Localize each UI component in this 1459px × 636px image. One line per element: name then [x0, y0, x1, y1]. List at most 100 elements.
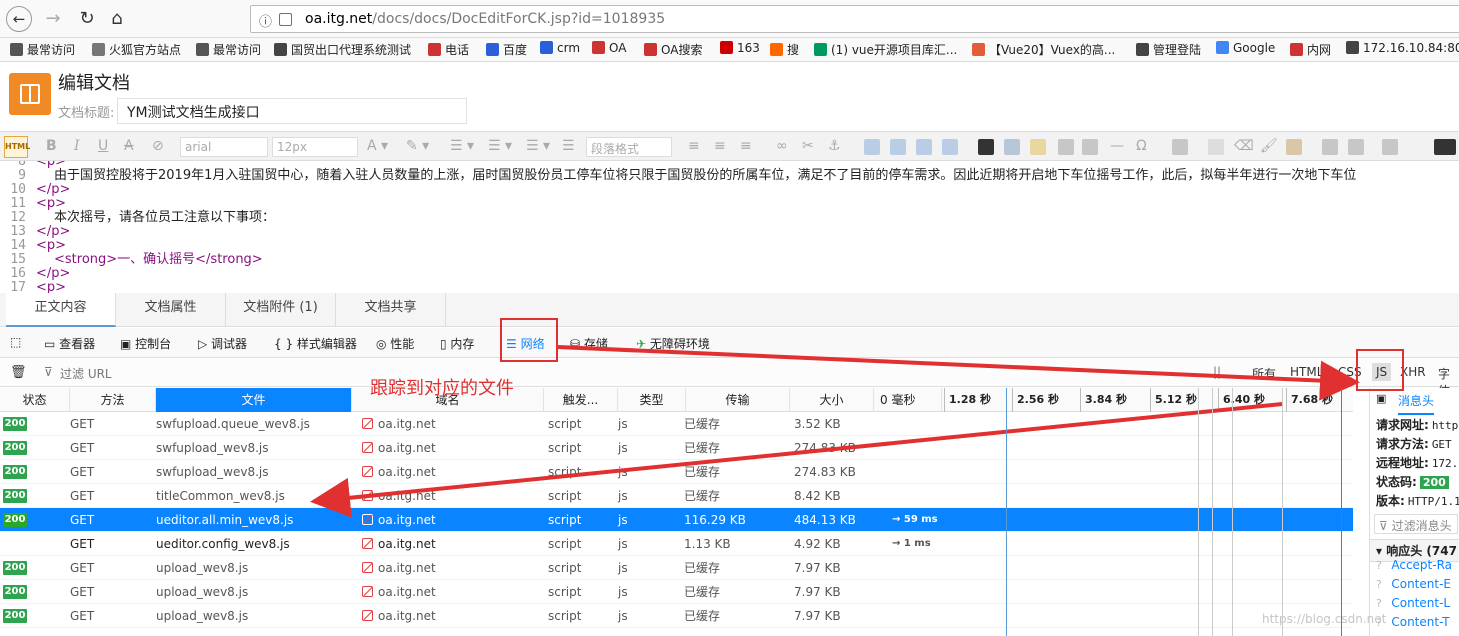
filter-url-input[interactable]: 过滤 URL — [60, 365, 112, 382]
doc-tab[interactable]: 文档共享 — [336, 293, 446, 327]
font-color-icon[interactable]: A ▾ — [367, 138, 388, 154]
doc-tab[interactable]: 正文内容 — [6, 293, 116, 327]
line-height-icon[interactable]: ☰ ▾ — [526, 138, 550, 154]
font-size-select[interactable]: 12px — [272, 137, 358, 157]
back-icon[interactable]: ← — [6, 6, 32, 32]
pick-element-icon[interactable]: ⬚ — [10, 335, 21, 349]
devtools-tab[interactable]: ▷ 调试器 — [198, 335, 247, 352]
side-filter-input[interactable]: ⊽ 过滤消息头 — [1374, 514, 1458, 534]
html-source-icon[interactable]: HTML — [4, 136, 30, 158]
bookmark-item[interactable]: 172.16.10.84:808 — [1346, 41, 1459, 55]
bookmark-item[interactable]: 国贸出口代理系统测试 — [274, 41, 411, 58]
devtools-tab[interactable]: ▭ 查看器 — [44, 335, 95, 352]
unordered-list-icon[interactable]: ☰ ▾ — [488, 138, 512, 154]
filter-type-所有[interactable]: 所有 — [1252, 365, 1276, 382]
anchor-icon[interactable]: ⚓ — [828, 138, 841, 154]
column-header[interactable]: 类型 — [618, 388, 686, 412]
image-left-icon[interactable] — [864, 139, 880, 155]
column-header[interactable]: 方法 — [70, 388, 156, 412]
bold-icon[interactable]: B — [46, 138, 57, 154]
bookmark-item[interactable]: 【Vue20】Vuex的高... — [972, 41, 1115, 58]
highlight-icon[interactable]: ✎ ▾ — [406, 138, 429, 154]
strikethrough-icon[interactable]: A — [124, 138, 134, 154]
insert-image-icon[interactable] — [978, 139, 994, 155]
eraser-icon[interactable]: ⌫ — [1234, 138, 1254, 154]
panel-toggle-icon[interactable]: ▣ — [1376, 392, 1386, 405]
align-right-icon[interactable]: ≡ — [740, 138, 752, 154]
map-icon[interactable] — [1058, 139, 1074, 155]
bookmark-item[interactable]: 百度 — [486, 41, 527, 58]
format-brush-icon[interactable]: 🖌 — [1260, 138, 1278, 154]
attachment-icon[interactable] — [1030, 139, 1046, 155]
table-row[interactable]: 200 GET upload_wev8.js oa.itg.net script js 已缓… — [0, 604, 1353, 628]
bookmark-item[interactable]: crm — [540, 41, 580, 55]
table-row[interactable]: 200 GET ueditor.all.min_wev8.js oa.itg.net s… — [0, 508, 1353, 532]
bookmark-item[interactable]: 管理登陆 — [1136, 41, 1201, 58]
forward-icon[interactable]: → — [40, 6, 66, 32]
table-row[interactable]: 200 GET titleCommon_wev8.js oa.itg.net scrip… — [0, 484, 1353, 508]
bookmark-item[interactable]: 最常访问 — [10, 41, 75, 58]
trash-icon[interactable]: 🗑 — [10, 365, 27, 380]
image-right-icon[interactable] — [916, 139, 932, 155]
indent-icon[interactable]: ☰ — [562, 138, 575, 154]
table-row[interactable]: 200 GET upload_wev8.js oa.itg.net script js 已缓… — [0, 580, 1353, 604]
special-char-icon[interactable]: Ω — [1136, 138, 1147, 154]
link-icon[interactable]: ∞ — [776, 138, 788, 154]
devtools-tab[interactable]: ◎ 性能 — [376, 335, 414, 352]
home-icon[interactable]: ⌂ — [104, 6, 130, 32]
response-header-item[interactable]: ? Content-E — [1376, 577, 1451, 591]
info-icon[interactable]: ⓘ — [259, 11, 272, 30]
column-header[interactable]: 大小 — [790, 388, 874, 412]
insert-frame-icon[interactable] — [1082, 139, 1098, 155]
paragraph-format-select[interactable]: 段落格式 — [586, 137, 672, 157]
underline-icon[interactable]: U — [98, 138, 108, 154]
devtools-tab[interactable]: { } 样式编辑器 — [274, 335, 357, 352]
bookmark-item[interactable]: 163 — [720, 41, 760, 55]
insert-table-icon[interactable] — [1172, 139, 1188, 155]
devtools-tab[interactable]: ▣ 控制台 — [120, 335, 171, 352]
doc-title-input[interactable]: YM测试文档生成接口 — [117, 98, 467, 124]
search-replace-icon[interactable] — [1382, 139, 1398, 155]
bookmark-item[interactable]: 最常访问 — [196, 41, 261, 58]
pause-icon[interactable]: || — [1213, 365, 1221, 379]
align-left-icon[interactable]: ≡ — [688, 138, 700, 154]
column-header[interactable]: 文件 — [156, 388, 352, 412]
font-family-select[interactable]: arial — [180, 137, 268, 157]
bookmark-item[interactable]: Google — [1216, 41, 1275, 55]
clear-format-icon[interactable]: ⊘ — [152, 138, 164, 154]
ordered-list-icon[interactable]: ☰ ▾ — [450, 138, 474, 154]
bookmark-item[interactable]: 电话 — [428, 41, 469, 58]
unlink-icon[interactable]: ✂ — [802, 138, 814, 154]
print-icon[interactable] — [1322, 139, 1338, 155]
response-header-item[interactable]: ? Accept-Ra — [1376, 558, 1452, 572]
doc-tab[interactable]: 文档属性 — [116, 293, 226, 327]
column-header[interactable]: 传输 — [686, 388, 790, 412]
devtools-tab[interactable]: ✈ 无障碍环境 — [636, 335, 710, 352]
bookmark-item[interactable]: OA搜索 — [644, 41, 702, 58]
response-header-item[interactable]: ? Content-T — [1376, 615, 1450, 629]
fullscreen-icon[interactable] — [1434, 139, 1456, 155]
column-header[interactable]: 0 毫秒 — [874, 388, 942, 412]
table-row[interactable]: GET ueditor.config_wev8.js oa.itg.net scrip… — [0, 532, 1353, 556]
table-row[interactable]: 200 GET upload_wev8.js oa.itg.net script js 已缓… — [0, 556, 1353, 580]
column-header[interactable]: 触发... — [544, 388, 618, 412]
response-header-item[interactable]: ? Content-L — [1376, 596, 1450, 610]
bookmark-item[interactable]: 搜 — [770, 41, 799, 58]
insert-video-icon[interactable] — [1004, 139, 1020, 155]
italic-icon[interactable]: I — [74, 138, 80, 154]
bookmark-item[interactable]: OA — [592, 41, 626, 55]
bookmark-item[interactable]: (1) vue开源项目库汇... — [814, 41, 957, 58]
filter-type-HTML[interactable]: HTML — [1290, 365, 1323, 379]
source-code-area[interactable]: 8 <p> 9 由于国贸控股将于2019年1月入驻国贸中心，随着入驻人员数量的上涨，届… — [0, 161, 1459, 293]
table-row[interactable]: 200 GET swfupload_wev8.js oa.itg.net script j… — [0, 436, 1353, 460]
column-header[interactable]: 状态 — [0, 388, 70, 412]
reload-icon[interactable]: ↻ — [74, 6, 100, 32]
table-row[interactable]: 200 GET swfupload_wev8.js oa.itg.net script j… — [0, 460, 1353, 484]
image-none-icon[interactable] — [890, 139, 906, 155]
side-tab-headers[interactable]: 消息头 — [1398, 392, 1435, 415]
doc-tab[interactable]: 文档附件 (1) — [226, 293, 336, 327]
new-page-icon[interactable] — [1208, 139, 1224, 155]
table-row[interactable]: 200 GET swfupload.queue_wev8.js oa.itg.net s… — [0, 412, 1353, 436]
image-center-icon[interactable] — [942, 139, 958, 155]
bookmark-item[interactable]: 内网 — [1290, 41, 1331, 58]
